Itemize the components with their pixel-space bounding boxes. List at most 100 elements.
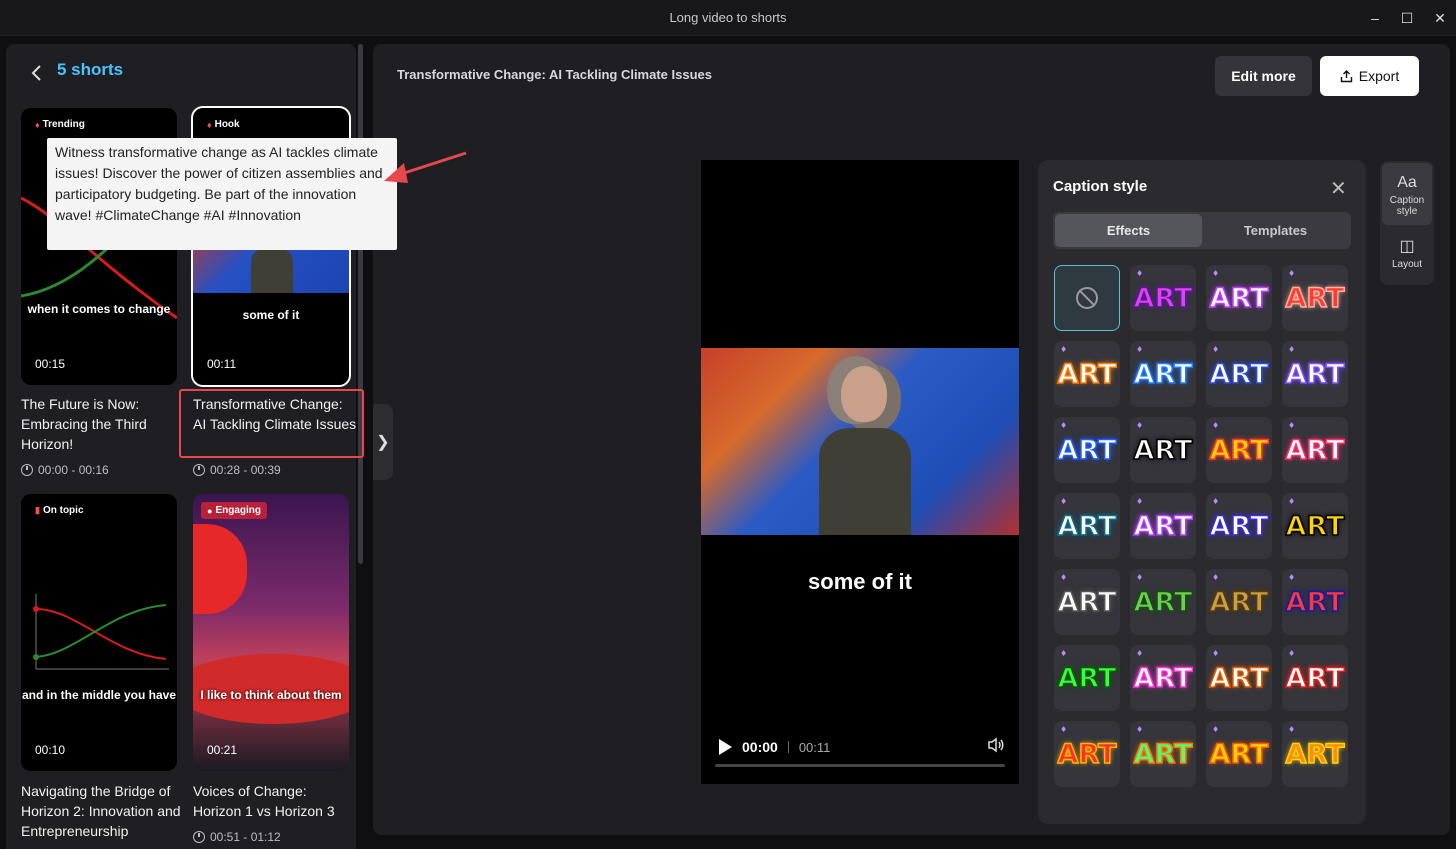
effect-preview-text: ART: [1057, 586, 1117, 619]
total-time: 00:11: [798, 739, 831, 755]
window-title: Long video to shorts: [669, 10, 787, 25]
player-controls: 00:00 00:11: [715, 735, 1005, 759]
effect-preview-text: ART: [1057, 358, 1117, 391]
effect-tile[interactable]: ♦ ART: [1206, 265, 1272, 331]
thumbs-up-icon: ▮: [35, 505, 40, 515]
volume-icon[interactable]: [987, 737, 1005, 757]
effect-preview-text: ART: [1133, 434, 1193, 467]
effect-tile[interactable]: ♦ ART: [1282, 645, 1348, 711]
export-label: Export: [1358, 68, 1400, 84]
flame-icon: ♦: [35, 119, 40, 130]
effect-tile[interactable]: ♦ ART: [1054, 417, 1120, 483]
effect-none-tile[interactable]: [1054, 265, 1120, 331]
thumbnail-duration: 00:10: [35, 743, 66, 757]
effect-tile[interactable]: ♦ ART: [1130, 341, 1196, 407]
effect-tile[interactable]: ♦ ART: [1054, 493, 1120, 559]
effect-preview-text: ART: [1285, 510, 1345, 543]
effect-tile[interactable]: ♦ ART: [1206, 341, 1272, 407]
tool-label: Caption style: [1389, 195, 1425, 217]
effect-tile[interactable]: ♦ ART: [1282, 493, 1348, 559]
caption-style-title: Caption style: [1053, 178, 1148, 195]
premium-gem-icon: ♦: [1288, 649, 1296, 658]
edit-more-button[interactable]: Edit more: [1215, 56, 1312, 96]
sidebar-scrollbar[interactable]: [358, 44, 363, 564]
effect-tile[interactable]: ♦ ART: [1054, 721, 1120, 787]
badge-label: Trending: [42, 119, 85, 130]
effect-tile[interactable]: ♦ ART: [1130, 569, 1196, 635]
premium-gem-icon: ♦: [1060, 649, 1068, 658]
effect-tile[interactable]: ♦ ART: [1130, 721, 1196, 787]
premium-gem-icon: ♦: [1288, 421, 1296, 430]
short-title[interactable]: Voices of Change: Horizon 1 vs Horizon 3: [193, 781, 356, 821]
premium-gem-icon: ♦: [1212, 725, 1220, 734]
premium-gem-icon: ♦: [1136, 573, 1144, 582]
thumbnail-duration: 00:15: [35, 357, 66, 371]
caption-tabs: Effects Templates: [1053, 212, 1351, 249]
premium-gem-icon: ♦: [1212, 497, 1220, 506]
trending-badge: ♦ Trending: [29, 116, 91, 133]
short-thumbnail[interactable]: ▮ On topic and in the middle you have 00:…: [21, 494, 177, 771]
effect-tile[interactable]: ♦ ART: [1282, 341, 1348, 407]
current-time: 00:00: [742, 739, 778, 755]
effect-tile[interactable]: ♦ ART: [1282, 265, 1348, 331]
premium-gem-icon: ♦: [1212, 345, 1220, 354]
effect-preview-text: ART: [1057, 738, 1117, 771]
premium-gem-icon: ♦: [1212, 421, 1220, 430]
badge-label: Hook: [214, 119, 240, 130]
premium-gem-icon: ♦: [1136, 345, 1144, 354]
clock-icon: [193, 464, 205, 476]
effect-tile[interactable]: ♦ ART: [1206, 645, 1272, 711]
close-icon[interactable]: ✕: [1330, 176, 1347, 201]
chevron-left-icon[interactable]: [24, 60, 50, 86]
close-icon[interactable]: ✕: [1420, 0, 1456, 36]
effect-tile[interactable]: ♦ ART: [1206, 721, 1272, 787]
effect-tile[interactable]: ♦ ART: [1130, 493, 1196, 559]
effect-preview-text: ART: [1209, 434, 1269, 467]
flame-icon: ♦: [207, 119, 212, 130]
tab-effects[interactable]: Effects: [1055, 214, 1202, 247]
effect-tile[interactable]: ♦ ART: [1282, 721, 1348, 787]
premium-gem-icon: ♦: [1212, 269, 1220, 278]
video-frame: [701, 348, 1019, 535]
export-button[interactable]: Export: [1320, 56, 1419, 96]
tab-templates[interactable]: Templates: [1202, 214, 1349, 247]
effect-preview-text: ART: [1133, 358, 1193, 391]
premium-gem-icon: ♦: [1136, 421, 1144, 430]
effect-preview-text: ART: [1057, 510, 1117, 543]
premium-gem-icon: ♦: [1060, 497, 1068, 506]
caption-style-tool[interactable]: Aa Caption style: [1382, 163, 1432, 225]
effect-preview-text: ART: [1133, 510, 1193, 543]
collapse-sidebar-button[interactable]: ❯: [373, 404, 393, 480]
effect-preview-text: ART: [1133, 282, 1193, 315]
effect-preview-text: ART: [1285, 662, 1345, 695]
premium-gem-icon: ♦: [1136, 725, 1144, 734]
effect-tile[interactable]: ♦ ART: [1206, 493, 1272, 559]
short-title[interactable]: Navigating the Bridge of Horizon 2: Inno…: [21, 781, 186, 841]
effect-tile[interactable]: ♦ ART: [1054, 645, 1120, 711]
effect-tile[interactable]: ♦ ART: [1130, 417, 1196, 483]
thumbnail-duration: 00:11: [207, 357, 237, 371]
effect-tile[interactable]: ♦ ART: [1206, 569, 1272, 635]
effect-preview-text: ART: [1285, 434, 1345, 467]
effects-grid: ♦ ART ♦ ART ♦ ART ♦ ART ♦ ART ♦ ART ♦ ART ♦ ART ♦ ART ♦ ART…: [1054, 265, 1348, 787]
short-title[interactable]: The Future is Now: Embracing the Third H…: [21, 394, 186, 454]
short-thumbnail[interactable]: ● Engaging I like to think about them 00:…: [193, 494, 349, 771]
effect-tile[interactable]: ♦ ART: [1130, 265, 1196, 331]
video-player[interactable]: some of it 00:00 00:11: [701, 160, 1019, 784]
premium-gem-icon: ♦: [1288, 345, 1296, 354]
effect-tile[interactable]: ♦ ART: [1282, 417, 1348, 483]
effect-tile[interactable]: ♦ ART: [1054, 341, 1120, 407]
speaker-body: [251, 248, 293, 293]
side-toolbar: Aa Caption style ◫ Layout: [1380, 161, 1434, 285]
effect-tile[interactable]: ♦ ART: [1130, 645, 1196, 711]
tool-label: Layout: [1391, 259, 1423, 270]
effect-tile[interactable]: ♦ ART: [1282, 569, 1348, 635]
premium-gem-icon: ♦: [1288, 573, 1296, 582]
layout-tool[interactable]: ◫ Layout: [1382, 233, 1432, 279]
play-icon[interactable]: [719, 739, 732, 755]
effect-preview-text: ART: [1133, 662, 1193, 695]
effect-tile[interactable]: ♦ ART: [1206, 417, 1272, 483]
effect-tile[interactable]: ♦ ART: [1054, 569, 1120, 635]
premium-gem-icon: ♦: [1060, 725, 1068, 734]
video-progress-bar[interactable]: [715, 764, 1005, 767]
